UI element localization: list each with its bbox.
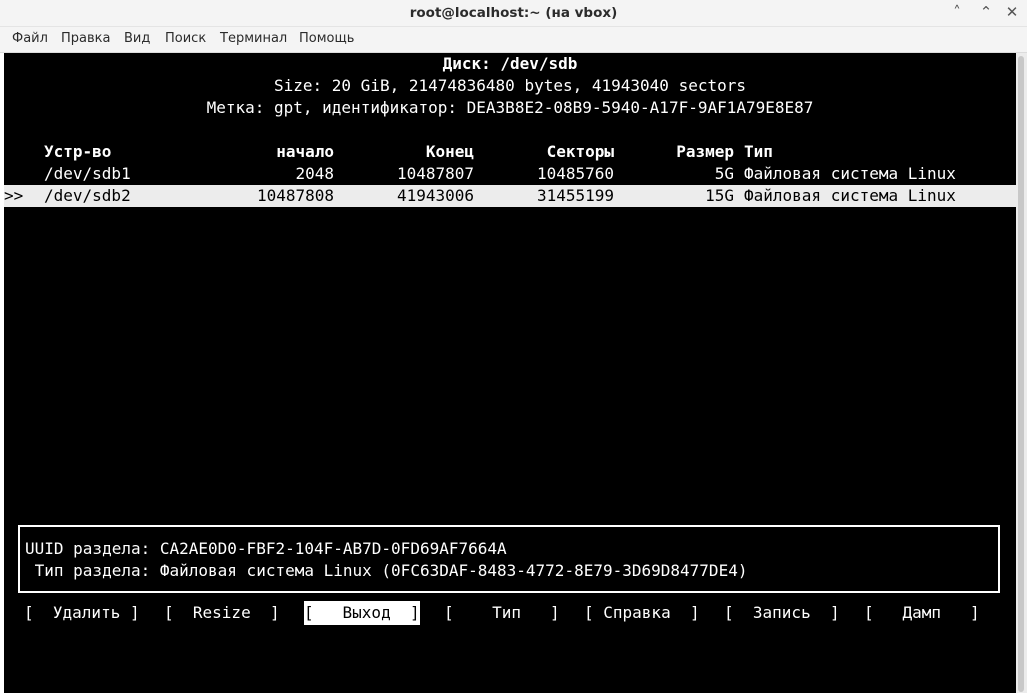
row-start: 2048 (295, 164, 334, 183)
disk-size: Size: 20 GiB, 21474836480 bytes, 4194304… (273, 76, 746, 95)
header-device: Устр-во (44, 142, 112, 161)
partition-type: Тип раздела: Файловая система Linux (0FC… (25, 561, 748, 580)
menu-file[interactable]: Файл (12, 31, 48, 46)
type-button[interactable]: [ Тип ] (444, 601, 560, 625)
row-device: /dev/sdb1 (44, 164, 131, 183)
row-device: /dev/sdb2 (44, 186, 131, 205)
header-start: начало (276, 142, 334, 161)
row-end: 41943006 (396, 186, 474, 205)
row-type: Файловая система Linux (744, 164, 956, 183)
menu-edit[interactable]: Правка (61, 31, 110, 46)
header-size: Размер (676, 142, 734, 161)
row-start: 10487808 (256, 186, 334, 205)
header-type: Тип (744, 142, 773, 161)
scrollbar-thumb[interactable] (1018, 56, 1024, 692)
window-titlebar: root@localhost:~ (на vbox) ˄ ⌃ ✕ (0, 0, 1027, 27)
menu-search[interactable]: Поиск (165, 31, 206, 46)
quit-button[interactable]: [ Выход ] (304, 601, 420, 625)
row-sectors: 31455199 (536, 186, 614, 205)
selection-marker: >> (4, 186, 24, 205)
resize-button[interactable]: [ Resize ] (164, 601, 280, 625)
maximize-icon[interactable]: ⌃ (977, 3, 995, 21)
table-row-selected[interactable]: >> /dev/sdb2 10487808 41943006 31455199 … (4, 185, 1016, 207)
row-type: Файловая система Linux (744, 186, 956, 205)
table-row[interactable]: /dev/sdb1 2048 10487807 10485760 5G Файл… (4, 163, 1016, 185)
terminal-screen[interactable]: Диск: /dev/sdb Size: 20 GiB, 21474836480… (4, 53, 1016, 693)
menu-terminal[interactable]: Терминал (220, 31, 287, 46)
minimize-icon[interactable]: ˄ (948, 3, 966, 21)
row-end: 10487807 (396, 164, 474, 183)
partition-info-box: UUID раздела: CA2AE0D0-FBF2-104F-AB7D-0F… (18, 525, 1000, 593)
header-sectors: Секторы (546, 142, 614, 161)
close-icon[interactable]: ✕ (1003, 3, 1021, 21)
table-header: Устр-во начало Конец Секторы Размер Тип (4, 141, 1016, 163)
write-button[interactable]: [ Запись ] (724, 601, 840, 625)
row-sectors: 10485760 (536, 164, 614, 183)
menu-help[interactable]: Помощь (299, 31, 354, 46)
disk-label: Диск: /dev/sdb (442, 54, 578, 73)
row-size: 5G (714, 164, 734, 183)
dump-button[interactable]: [ Дамп ] (864, 601, 980, 625)
disk-meta: Метка: gpt, идентификатор: DEA3B8E2-08B9… (206, 98, 814, 117)
delete-button[interactable]: [ Удалить ] (24, 601, 140, 625)
menu-bar: Файл Правка Вид Поиск Терминал Помощь (0, 27, 1027, 53)
window-title: root@localhost:~ (на vbox) (409, 5, 618, 21)
header-end: Конец (425, 142, 474, 161)
partition-uuid: UUID раздела: CA2AE0D0-FBF2-104F-AB7D-0F… (25, 539, 507, 558)
help-button[interactable]: [ Справка ] (584, 601, 700, 625)
row-size: 15G (705, 186, 734, 205)
menu-view[interactable]: Вид (124, 31, 150, 46)
